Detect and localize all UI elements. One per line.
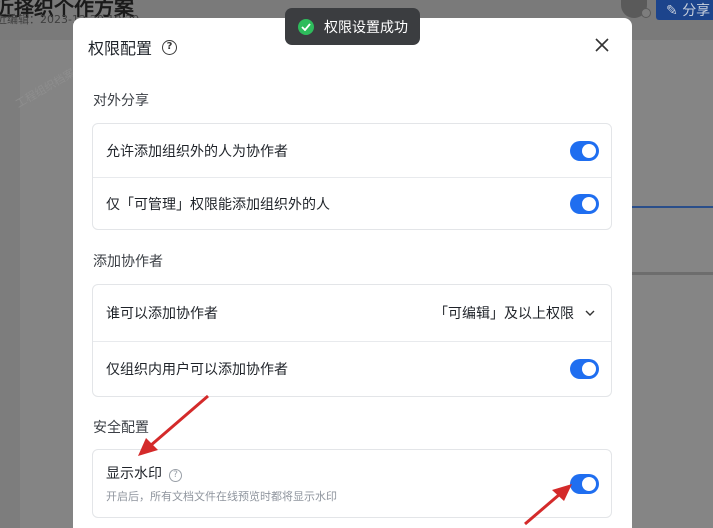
toast-message: 权限设置成功: [324, 19, 408, 36]
background-divider: [632, 206, 713, 208]
settings-card-external-share: 允许添加组织外的人为协作者 仅「可管理」权限能添加组织外的人: [92, 123, 612, 230]
select-value: 「可编辑」及以上权限: [434, 306, 574, 322]
section-label-add-collaborators: 添加协作者: [93, 254, 163, 270]
setting-row-allow-external-collaborators: 允许添加组织外的人为协作者: [93, 124, 611, 177]
section-label-external-share: 对外分享: [93, 93, 149, 109]
info-icon[interactable]: ?: [169, 469, 182, 482]
chevron-down-icon: [585, 310, 595, 316]
section-label-security: 安全配置: [93, 420, 149, 436]
share-icon: ✎: [666, 3, 678, 19]
setting-label-container: 显示水印?: [106, 463, 337, 483]
permission-settings-dialog: 权限配置 ? 对外分享 允许添加组织外的人为协作者 仅「可管理」权限能添加组织外…: [73, 18, 632, 528]
settings-card-add-collaborators: 谁可以添加协作者 「可编辑」及以上权限 仅组织内用户可以添加协作者: [92, 284, 612, 397]
setting-label: 显示水印: [106, 466, 162, 482]
dialog-title: 权限配置: [88, 39, 153, 58]
setting-row-manage-only-add-external: 仅「可管理」权限能添加组织外的人: [93, 177, 611, 230]
close-icon[interactable]: [593, 36, 611, 54]
background-divider: [632, 272, 713, 275]
internal-only-add-toggle[interactable]: [570, 359, 599, 379]
share-button: ✎ 分享: [656, 0, 713, 20]
manage-only-add-external-toggle[interactable]: [570, 194, 599, 214]
background-right-panel: [632, 40, 713, 528]
setting-row-show-watermark: 显示水印? 开启后，所有文档文件在线预览时都将显示水印: [93, 450, 611, 517]
setting-description: 开启后，所有文档文件在线预览时都将显示水印: [106, 490, 337, 503]
help-icon[interactable]: ?: [162, 39, 178, 55]
avatar-badge-icon: [641, 8, 651, 18]
setting-text: 显示水印? 开启后，所有文档文件在线预览时都将显示水印: [106, 463, 337, 504]
setting-label: 仅组织内用户可以添加协作者: [106, 362, 288, 378]
background-doc-sheet: [20, 40, 76, 528]
setting-row-internal-only-add: 仅组织内用户可以添加协作者: [93, 341, 611, 396]
show-watermark-toggle[interactable]: [570, 473, 599, 494]
who-can-add-select[interactable]: 「可编辑」及以上权限: [434, 303, 596, 323]
settings-card-security: 显示水印? 开启后，所有文档文件在线预览时都将显示水印: [92, 449, 612, 518]
setting-label: 谁可以添加协作者: [106, 306, 218, 322]
dialog-header: 权限配置 ?: [88, 36, 178, 58]
share-label: 分享: [682, 3, 711, 19]
setting-row-who-can-add: 谁可以添加协作者 「可编辑」及以上权限: [93, 285, 611, 341]
allow-external-collaborators-toggle[interactable]: [570, 140, 599, 161]
check-circle-icon: [298, 18, 314, 35]
success-toast: 权限设置成功: [285, 8, 420, 45]
setting-label: 允许添加组织外的人为协作者: [106, 143, 288, 160]
setting-label: 仅「可管理」权限能添加组织外的人: [106, 197, 330, 213]
